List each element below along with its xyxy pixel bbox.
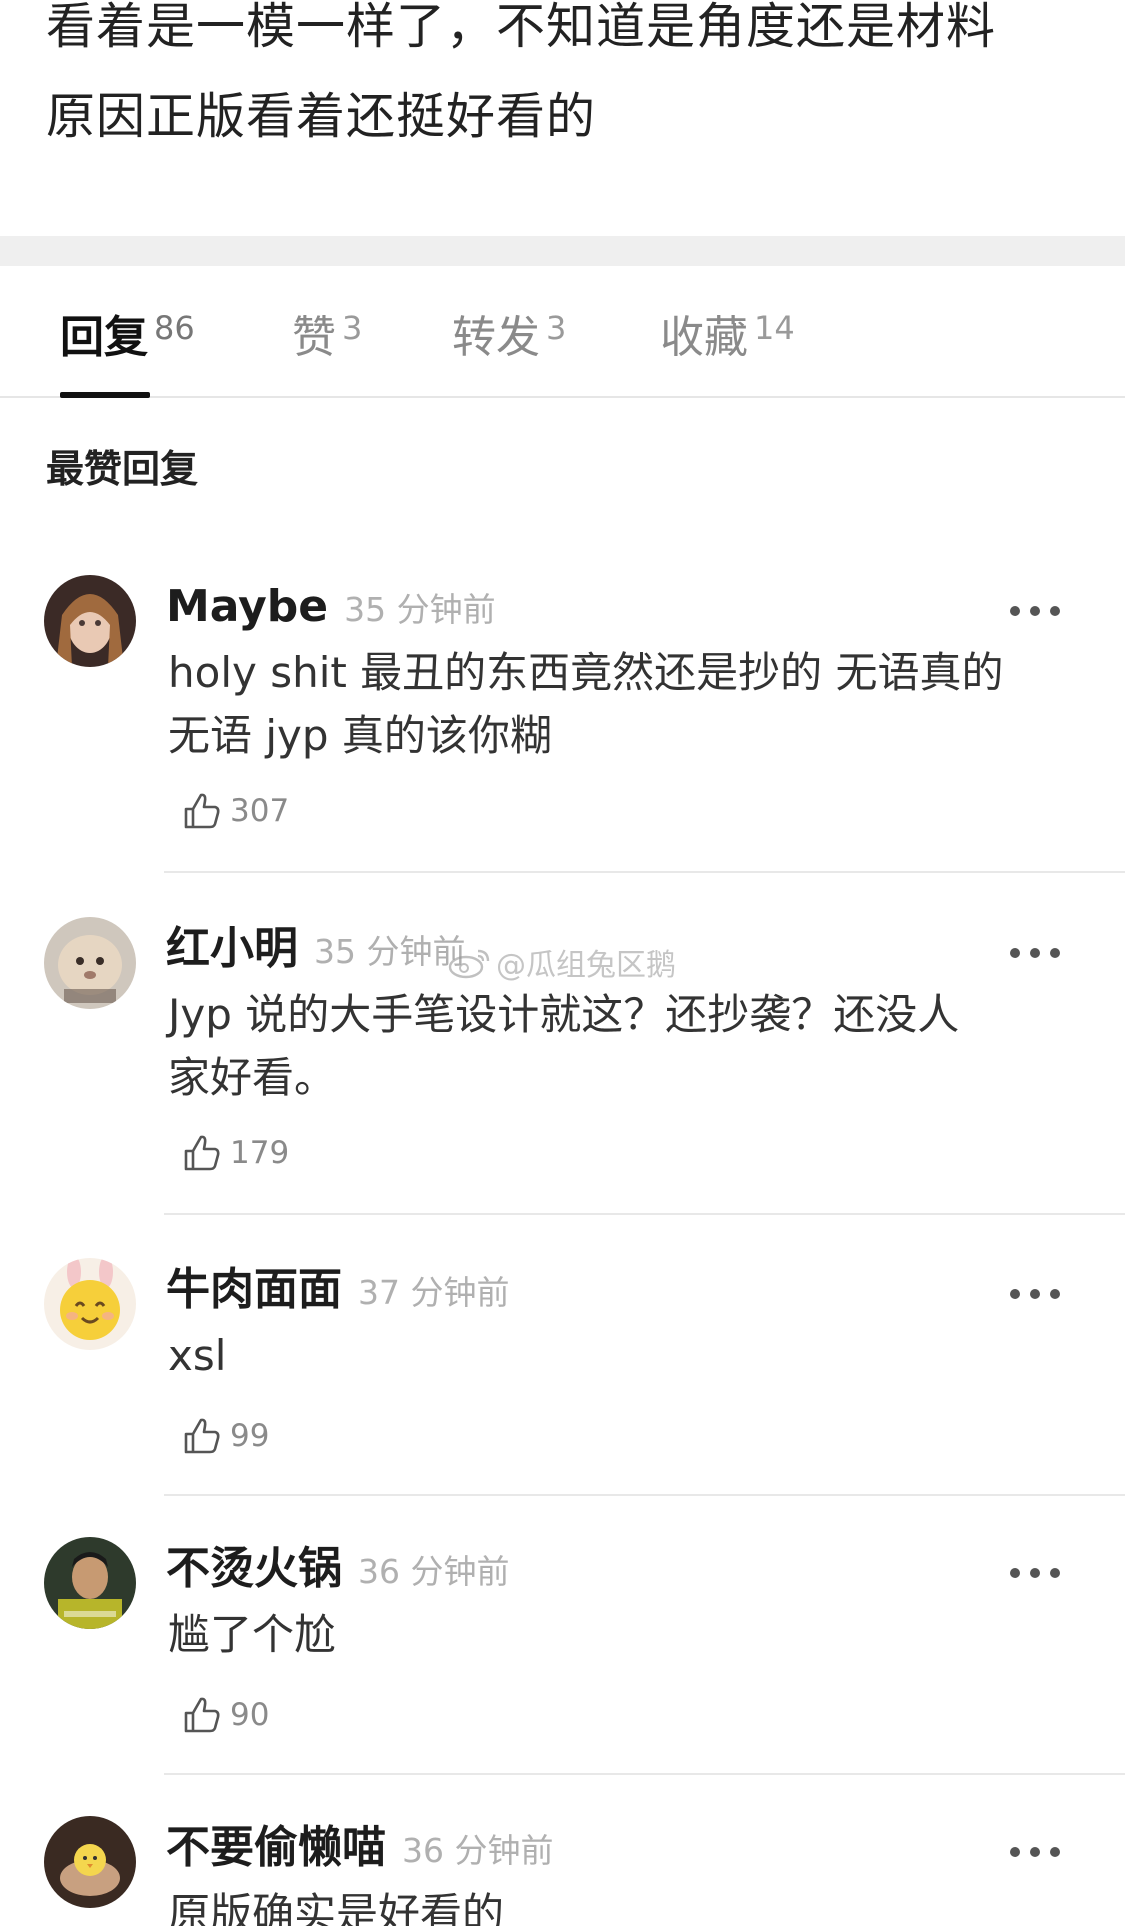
avatar[interactable] bbox=[44, 1816, 136, 1908]
comment-separator bbox=[164, 1773, 1125, 1775]
comment-item: 不烫火锅 36 分钟前 尴了个尬 90 bbox=[0, 1537, 1125, 1777]
tab-label: 转发 bbox=[452, 312, 540, 363]
comment-text-line: 原版确实是好看的 bbox=[168, 1889, 505, 1926]
avatar[interactable] bbox=[44, 575, 136, 667]
comment-time: 37 分钟前 bbox=[358, 1273, 510, 1312]
more-dots-icon bbox=[1010, 948, 1020, 958]
thumbs-up-icon bbox=[184, 1135, 220, 1171]
author-name: 不要偷懒喵 bbox=[166, 1822, 386, 1873]
avatar[interactable] bbox=[44, 1537, 136, 1629]
tab-label: 收藏 bbox=[660, 312, 748, 363]
like-count: 99 bbox=[230, 1418, 270, 1454]
tab-favorites[interactable]: 收藏 14 bbox=[660, 308, 795, 368]
like-button[interactable]: 90 bbox=[180, 1693, 269, 1737]
comment-time: 35 分钟前 bbox=[344, 590, 496, 629]
avatar[interactable] bbox=[44, 1258, 136, 1350]
comment-separator bbox=[164, 1494, 1125, 1496]
more-dots-icon bbox=[1010, 1847, 1020, 1857]
more-dots-icon bbox=[1050, 948, 1060, 958]
comment-text-line: holy shit 最丑的东西竟然还是抄的 无语真的 bbox=[168, 648, 1004, 697]
like-button[interactable]: 307 bbox=[180, 789, 289, 833]
more-dots-icon bbox=[1030, 948, 1040, 958]
comment-author[interactable]: Maybe 35 分钟前 bbox=[166, 577, 496, 640]
more-options-button[interactable] bbox=[1010, 1284, 1060, 1304]
comment-separator bbox=[164, 871, 1125, 873]
more-dots-icon bbox=[1050, 1568, 1060, 1578]
comment-text-line: Jyp 说的大手笔设计就这？还抄袭？还没人 bbox=[168, 990, 960, 1039]
more-options-button[interactable] bbox=[1010, 601, 1060, 621]
tab-reposts[interactable]: 转发 3 bbox=[452, 308, 566, 368]
thumbs-up-icon bbox=[184, 793, 220, 829]
tab-label: 回复 bbox=[60, 312, 148, 363]
tab-count: 3 bbox=[342, 309, 363, 347]
active-tab-indicator bbox=[60, 392, 150, 398]
section-divider bbox=[0, 236, 1125, 266]
more-options-button[interactable] bbox=[1010, 1563, 1060, 1583]
author-name: 牛肉面面 bbox=[166, 1264, 342, 1315]
comment-item: 不要偷懒喵 36 分钟前 原版确实是好看的 bbox=[0, 1816, 1125, 1926]
more-dots-icon bbox=[1050, 1847, 1060, 1857]
comment-time: 35 分钟前 bbox=[314, 932, 466, 971]
comment-time: 36 分钟前 bbox=[358, 1552, 510, 1591]
tab-count: 14 bbox=[754, 309, 795, 347]
more-dots-icon bbox=[1050, 1289, 1060, 1299]
author-name: 不烫火锅 bbox=[166, 1543, 342, 1594]
post-text-line: 原因正版看着还挺好看的 bbox=[46, 88, 597, 145]
comment-author[interactable]: 不要偷懒喵 36 分钟前 bbox=[166, 1818, 553, 1881]
tab-bar: 回复 86 赞 3 转发 3 收藏 14 bbox=[0, 266, 1125, 398]
tab-replies[interactable]: 回复 86 bbox=[60, 308, 195, 368]
comment-author[interactable]: 牛肉面面 37 分钟前 bbox=[166, 1260, 509, 1323]
weibo-logo-icon bbox=[448, 949, 490, 979]
more-options-button[interactable] bbox=[1010, 943, 1060, 963]
thumbs-up-icon bbox=[184, 1697, 220, 1733]
more-dots-icon bbox=[1030, 1289, 1040, 1299]
comment-author[interactable]: 不烫火锅 36 分钟前 bbox=[166, 1539, 509, 1602]
comment-separator bbox=[164, 1213, 1125, 1215]
watermark: @瓜组兔区鹅 bbox=[448, 940, 676, 984]
watermark-text: @瓜组兔区鹅 bbox=[496, 948, 676, 983]
like-count: 90 bbox=[230, 1697, 270, 1733]
comment-text: 尴了个尬 bbox=[168, 1603, 1068, 1666]
tab-count: 3 bbox=[546, 309, 567, 347]
author-name: 红小明 bbox=[166, 923, 298, 974]
section-title: 最赞回复 bbox=[46, 447, 199, 491]
comment-time: 36 分钟前 bbox=[402, 1831, 554, 1870]
avatar[interactable] bbox=[44, 917, 136, 1009]
like-button[interactable]: 99 bbox=[180, 1414, 269, 1458]
comment-author[interactable]: 红小明 35 分钟前 bbox=[166, 919, 465, 982]
comment-text: holy shit 最丑的东西竟然还是抄的 无语真的 无语 jyp 真的该你糊 bbox=[168, 641, 1068, 767]
post-content: 看着是一模一样了，不知道是角度还是材料 原因正版看着还挺好看的 bbox=[46, 0, 1086, 162]
post-text-line: 看着是一模一样了，不知道是角度还是材料 bbox=[46, 0, 997, 55]
author-name: Maybe bbox=[166, 581, 329, 632]
more-dots-icon bbox=[1030, 1568, 1040, 1578]
thumbs-up-icon bbox=[184, 1418, 220, 1454]
more-dots-icon bbox=[1030, 606, 1040, 616]
comment-text: Jyp 说的大手笔设计就这？还抄袭？还没人 家好看。 bbox=[168, 983, 1068, 1109]
comment-text: 原版确实是好看的 bbox=[168, 1882, 1068, 1926]
comment-text-line: xsl bbox=[168, 1331, 227, 1380]
tab-count: 86 bbox=[154, 309, 195, 347]
like-count: 307 bbox=[230, 793, 290, 829]
like-button[interactable]: 179 bbox=[180, 1131, 289, 1175]
comment-text: xsl bbox=[168, 1324, 1068, 1387]
comment-item: 牛肉面面 37 分钟前 xsl 99 bbox=[0, 1258, 1125, 1498]
more-dots-icon bbox=[1050, 606, 1060, 616]
more-dots-icon bbox=[1030, 1847, 1040, 1857]
more-dots-icon bbox=[1010, 1568, 1020, 1578]
like-count: 179 bbox=[230, 1135, 290, 1171]
more-options-button[interactable] bbox=[1010, 1842, 1060, 1862]
tab-likes[interactable]: 赞 3 bbox=[292, 308, 362, 368]
comment-text-line: 无语 jyp 真的该你糊 bbox=[168, 711, 552, 760]
tab-label: 赞 bbox=[292, 312, 336, 363]
comment-text-line: 尴了个尬 bbox=[168, 1610, 337, 1659]
more-dots-icon bbox=[1010, 1289, 1020, 1299]
comment-text-line: 家好看。 bbox=[168, 1053, 337, 1102]
comment-item: Maybe 35 分钟前 holy shit 最丑的东西竟然还是抄的 无语真的 无… bbox=[0, 575, 1125, 875]
more-dots-icon bbox=[1010, 606, 1020, 616]
